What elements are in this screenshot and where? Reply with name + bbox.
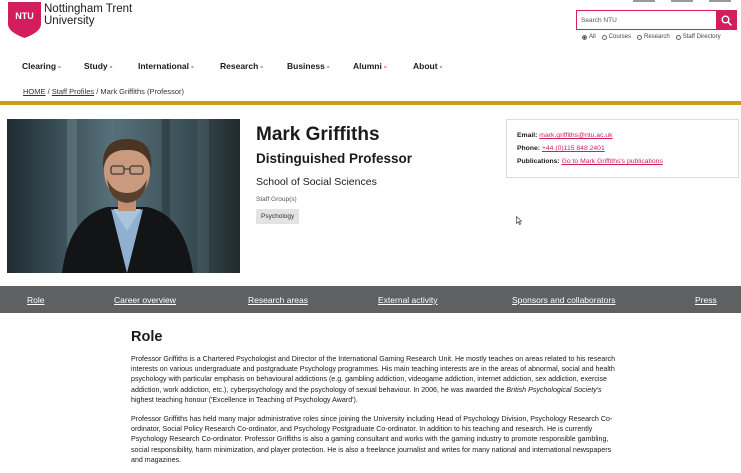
scope-staff-directory[interactable]: Staff Directory: [675, 34, 721, 40]
search-button[interactable]: [716, 11, 736, 29]
caret-icon: -: [191, 61, 194, 71]
search-scope-options: All Courses Research Staff Directory: [582, 34, 721, 40]
tab-research-areas[interactable]: Research areas: [248, 295, 308, 305]
brand-line-1: Nottingham Trent: [44, 3, 133, 15]
utility-links: [633, 0, 731, 2]
radio-selected-icon: [582, 34, 587, 40]
profile-tab-bar: Role Career overview Research areas Exte…: [0, 286, 741, 313]
scope-courses[interactable]: Courses: [601, 34, 631, 40]
mouse-cursor-icon: [516, 216, 522, 225]
radio-icon: [637, 34, 643, 40]
tab-external-activity[interactable]: External activity: [378, 295, 438, 305]
tab-role[interactable]: Role: [27, 295, 44, 305]
nav-item-alumni[interactable]: Alumni -: [353, 61, 387, 71]
tab-press[interactable]: Press: [695, 295, 717, 305]
brand-line-2: University: [44, 15, 95, 27]
school-name: School of Social Sciences: [256, 176, 377, 188]
site-header: NTU Nottingham Trent University All Cour…: [0, 0, 741, 48]
utility-link-2[interactable]: [671, 0, 693, 2]
profile-photo: [7, 119, 240, 273]
nav-item-research[interactable]: Research -: [220, 61, 263, 71]
brand-name[interactable]: Nottingham Trent University: [44, 3, 132, 27]
staff-group-tag[interactable]: Psychology: [256, 209, 300, 224]
breadcrumb-current: Mark Griffiths (Professor): [100, 87, 185, 96]
section-divider: [0, 101, 741, 105]
tab-career-overview[interactable]: Career overview: [114, 295, 176, 305]
profile-name: Mark Griffiths: [256, 124, 380, 145]
breadcrumb-home[interactable]: HOME: [23, 87, 46, 96]
caret-icon: -: [58, 61, 61, 71]
contact-box: Email: mark.griffiths@ntu.ac.uk Phone: +…: [506, 119, 739, 178]
ntu-shield-icon: NTU: [8, 2, 41, 38]
search-box: [576, 10, 737, 30]
role-heading: Role: [131, 329, 163, 345]
brand-badge: NTU: [15, 11, 34, 21]
contact-publications-row: Publications: Go to Mark Griffiths's pub…: [517, 158, 663, 165]
caret-icon: -: [383, 61, 387, 71]
staff-group-label: Staff Group(s): [256, 196, 297, 203]
email-link[interactable]: mark.griffiths@ntu.ac.uk: [539, 132, 612, 139]
nav-item-study[interactable]: Study -: [84, 61, 112, 71]
role-paragraph-2: Professor Griffiths has held many major …: [131, 415, 613, 464]
scope-all[interactable]: All: [582, 34, 596, 40]
search-input[interactable]: [577, 11, 716, 29]
nav-item-clearing[interactable]: Clearing -: [22, 61, 61, 71]
contact-email-row: Email: mark.griffiths@ntu.ac.uk: [517, 132, 613, 139]
nav-item-international[interactable]: International -: [138, 61, 194, 71]
role-paragraph-1: Professor Griffiths is a Chartered Psych…: [131, 355, 616, 404]
publications-link[interactable]: Go to Mark Griffiths's publications: [562, 158, 663, 165]
main-nav: Clearing - Study - International - Research…: [0, 55, 741, 77]
nav-item-about[interactable]: About -: [413, 61, 442, 71]
scope-research[interactable]: Research: [637, 34, 670, 40]
breadcrumb-staff-profiles[interactable]: Staff Profiles: [52, 87, 94, 96]
search-icon: [721, 15, 732, 26]
caret-icon: -: [326, 61, 330, 71]
radio-icon: [601, 34, 607, 40]
nav-item-business[interactable]: Business -: [287, 61, 330, 71]
caret-icon: -: [439, 61, 443, 71]
portrait-image: [7, 119, 240, 273]
caret-icon: -: [109, 61, 113, 71]
radio-icon: [675, 34, 681, 40]
tab-sponsors-and-collaborators[interactable]: Sponsors and collaborators: [512, 295, 615, 305]
utility-link-1[interactable]: [633, 0, 655, 2]
breadcrumb: HOME / Staff Profiles / Mark Griffiths (…: [23, 87, 185, 96]
utility-link-3[interactable]: [709, 0, 731, 2]
job-title: Distinguished Professor: [256, 151, 413, 166]
phone-link[interactable]: +44 (0)115 848 2401: [542, 145, 605, 152]
ntu-logo[interactable]: NTU: [8, 2, 41, 38]
contact-phone-row: Phone: +44 (0)115 848 2401: [517, 145, 605, 152]
caret-icon: -: [260, 61, 264, 71]
